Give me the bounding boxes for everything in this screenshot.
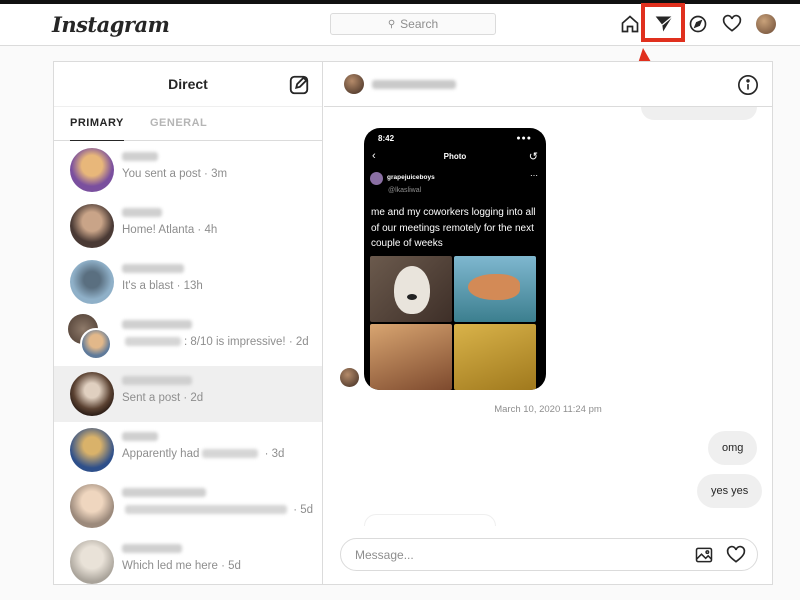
conversation-item[interactable]: Apparently had · 3d bbox=[54, 422, 322, 478]
sender-avatar bbox=[340, 368, 359, 387]
direct-title: Direct bbox=[168, 76, 208, 92]
conversation-name bbox=[122, 152, 158, 161]
instagram-logo[interactable]: Instagram bbox=[52, 12, 170, 37]
home-icon[interactable] bbox=[618, 12, 642, 36]
new-message-icon[interactable] bbox=[288, 74, 310, 96]
conversation-item[interactable]: You sent a post · 3m bbox=[54, 142, 322, 198]
conversation-preview: : 8/10 is impressive! · 2d bbox=[122, 336, 309, 348]
search-icon: ⚲ bbox=[387, 18, 396, 30]
explore-icon[interactable] bbox=[686, 12, 710, 36]
avatar bbox=[70, 260, 114, 304]
message-bubble: omg bbox=[708, 431, 758, 465]
avatar bbox=[70, 148, 114, 192]
direct-highlight-box bbox=[641, 3, 685, 42]
post-caption: me and my coworkers logging into all of … bbox=[371, 207, 536, 249]
conversation-item[interactable]: It's a blast · 13h bbox=[54, 254, 322, 310]
tab-general[interactable]: GENERAL bbox=[150, 107, 207, 141]
image-icon[interactable] bbox=[694, 545, 714, 565]
post-username: grapejuiceboys bbox=[387, 174, 435, 181]
conversation-item[interactable]: · 5d bbox=[54, 478, 322, 534]
heart-icon[interactable] bbox=[720, 12, 744, 36]
meme-image bbox=[454, 256, 536, 322]
chat-avatar[interactable] bbox=[344, 74, 364, 94]
conversation-preview: · 5d bbox=[122, 504, 313, 516]
shared-post[interactable]: 8:42 ●●● ‹ Photo ↺ grapejuiceboys ⋯ @lka… bbox=[364, 128, 546, 390]
previous-message-bubble bbox=[641, 107, 757, 120]
partial-message-bubble bbox=[364, 514, 496, 526]
avatar bbox=[70, 204, 114, 248]
post-user-avatar bbox=[370, 172, 383, 185]
conversation-preview: You sent a post · 3m bbox=[122, 168, 228, 180]
avatar bbox=[70, 428, 114, 472]
conversation-item[interactable]: Home! Atlanta · 4h bbox=[54, 198, 322, 254]
chat-thread: 8:42 ●●● ‹ Photo ↺ grapejuiceboys ⋯ @lka… bbox=[324, 62, 772, 584]
blurred-name bbox=[125, 337, 181, 347]
conversation-name bbox=[122, 264, 184, 273]
phone-status-icons: ●●● bbox=[516, 135, 532, 142]
meme-image bbox=[370, 324, 452, 390]
conversation-list: You sent a post · 3m Home! Atlanta · 4h … bbox=[54, 142, 322, 584]
blurred-text bbox=[125, 505, 287, 515]
direct-panel: Direct PRIMARY GENERAL You sent a post ·… bbox=[53, 61, 773, 585]
avatar bbox=[70, 540, 114, 584]
conversation-item[interactable]: Which led me here · 5d bbox=[54, 534, 322, 584]
blurred-text bbox=[202, 449, 259, 459]
conversation-name bbox=[122, 320, 192, 329]
conversation-preview: Apparently had · 3d bbox=[122, 448, 285, 460]
more-icon: ⋯ bbox=[530, 171, 538, 180]
conversation-sidebar: Direct PRIMARY GENERAL You sent a post ·… bbox=[54, 62, 323, 584]
inbox-tabs: PRIMARY GENERAL bbox=[54, 107, 322, 141]
direct-header: Direct bbox=[54, 62, 322, 107]
conversation-name bbox=[122, 544, 182, 553]
conversation-preview: Sent a post · 2d bbox=[122, 392, 204, 404]
phone-screen-title: Photo bbox=[443, 152, 467, 161]
search-placeholder: Search bbox=[400, 17, 439, 31]
conversation-preview: Home! Atlanta · 4h bbox=[122, 224, 218, 236]
meme-image-grid bbox=[370, 256, 536, 390]
profile-avatar[interactable] bbox=[754, 12, 778, 36]
avatar bbox=[70, 484, 114, 528]
avatar bbox=[70, 372, 114, 416]
message-input[interactable] bbox=[355, 539, 675, 570]
avatar bbox=[80, 328, 112, 360]
conversation-name bbox=[122, 208, 162, 217]
conversation-name bbox=[122, 432, 158, 441]
message-composer bbox=[340, 538, 758, 571]
conversation-preview: It's a blast · 13h bbox=[122, 280, 203, 292]
refresh-icon: ↺ bbox=[528, 151, 538, 163]
conversation-name bbox=[122, 488, 206, 497]
chat-header bbox=[324, 62, 772, 107]
meme-image bbox=[454, 324, 536, 390]
message-bubble: yes yes bbox=[697, 474, 763, 508]
conversation-name bbox=[122, 376, 192, 385]
phone-time: 8:42 bbox=[378, 134, 395, 143]
tab-primary[interactable]: PRIMARY bbox=[70, 107, 124, 141]
chat-username[interactable] bbox=[372, 80, 456, 89]
conversation-item[interactable]: : 8/10 is impressive! · 2d bbox=[54, 310, 322, 366]
info-icon[interactable] bbox=[737, 74, 759, 96]
meme-image bbox=[370, 256, 452, 322]
search-box[interactable]: ⚲ Search bbox=[330, 13, 496, 35]
like-heart-icon[interactable] bbox=[726, 545, 746, 565]
message-timestamp: March 10, 2020 11:24 pm bbox=[494, 404, 602, 415]
conversation-item-selected[interactable]: Sent a post · 2d bbox=[54, 366, 322, 422]
post-handle: @lkasliwal bbox=[388, 187, 422, 194]
conversation-preview: Which led me here · 5d bbox=[122, 560, 241, 572]
